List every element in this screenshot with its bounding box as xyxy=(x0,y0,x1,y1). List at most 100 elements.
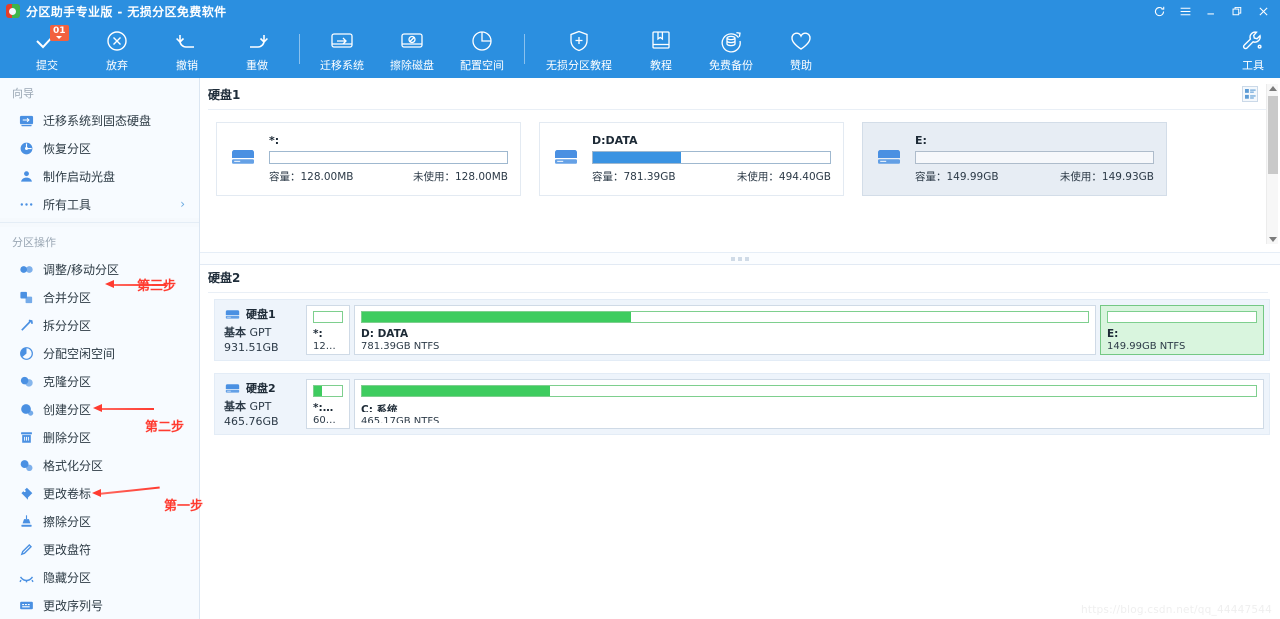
sidebar-item-change-serial[interactable]: 更改序列号 xyxy=(0,591,199,619)
sidebar-item-hide-partition[interactable]: 隐藏分区 xyxy=(0,563,199,591)
disk-card[interactable]: D:DATA 容量：781.39GB 未使用：494.40GB xyxy=(539,122,844,196)
partition-usage-fill xyxy=(362,386,550,396)
toolbar-separator xyxy=(524,34,525,64)
bootable-cd-icon xyxy=(18,168,34,184)
hide-partition-icon xyxy=(18,569,34,585)
disk-card-body: *: 容量：128.00MB 未使用：128.00MB xyxy=(269,134,508,184)
toolbar-button-undo[interactable]: 撤销 xyxy=(152,22,222,78)
minimize-icon[interactable] xyxy=(1198,0,1224,22)
disk-overview-panel: 硬盘1 *: 容量：128.00MB 未使用：128.00MB D:DATA 容… xyxy=(200,78,1280,253)
sidebar-item-create-partition[interactable]: 创建分区 xyxy=(0,395,199,423)
panel-title-bottom: 硬盘2 xyxy=(208,271,241,285)
sidebar-item-change-drive-letter[interactable]: 更改盘符 xyxy=(0,535,199,563)
sidebar-item-migrate-ssd[interactable]: 迁移系统到固态硬盘 xyxy=(0,106,199,134)
sidebar-item-wipe-partition[interactable]: 擦除分区 xyxy=(0,507,199,535)
partition-details: 12… xyxy=(313,340,336,349)
partition-usage-fill xyxy=(362,312,631,322)
sidebar-item-format-partition[interactable]: 格式化分区 xyxy=(0,451,199,479)
partition-block[interactable]: C: 系统 465.17GB NTFS xyxy=(354,379,1264,429)
sidebar-item-label: 格式化分区 xyxy=(43,458,104,473)
partition-name: C: 系统 xyxy=(361,404,398,412)
panel-title-top: 硬盘1 xyxy=(208,88,241,102)
sidebar-item-merge-partition[interactable]: 合并分区 xyxy=(0,283,199,311)
partition-name: D: DATA xyxy=(361,328,409,337)
partition-block[interactable]: D: DATA 781.39GB NTFS xyxy=(354,305,1096,355)
hamburger-menu-icon[interactable] xyxy=(1172,0,1198,22)
sidebar-group-title: 分区操作 xyxy=(12,236,56,249)
sidebar-item-bootable-cd[interactable]: 制作启动光盘 xyxy=(0,162,199,190)
ellipsis-icon xyxy=(18,196,34,212)
disk-row[interactable]: 硬盘2 基本 GPT 465.76GB *:… 60… C: 系统 465.17… xyxy=(214,373,1270,435)
toolbar-button-discard[interactable]: 放弃 xyxy=(82,22,152,78)
panel-splitter[interactable] xyxy=(200,253,1280,265)
partition-usage-bar xyxy=(361,311,1089,323)
partition-name: *:… xyxy=(313,402,334,411)
toolbar-button-configure-space[interactable]: 配置空间 xyxy=(447,22,517,78)
capacity-text: 容量：149.99GB xyxy=(915,171,999,183)
merge-partition-icon xyxy=(18,289,34,305)
disk-type: 基本 GPT xyxy=(224,326,272,339)
undo-icon xyxy=(174,28,200,54)
toolbar-button-redo[interactable]: 重做 xyxy=(222,22,292,78)
partition-name: E: xyxy=(1107,328,1119,337)
clone-partition-icon xyxy=(18,373,34,389)
close-icon[interactable] xyxy=(1250,0,1276,22)
restore-icon[interactable] xyxy=(1224,0,1250,22)
toolbar-button-tools[interactable]: 工具 xyxy=(1226,22,1280,78)
toolbar-button-migrate-system[interactable]: 迁移系统 xyxy=(307,22,377,78)
scroll-down-arrow-icon[interactable] xyxy=(1269,237,1277,242)
partition-block[interactable]: *: 12… xyxy=(306,305,350,355)
sidebar-item-delete-partition[interactable]: 删除分区 xyxy=(0,423,199,451)
partition-details: 149.99GB NTFS xyxy=(1107,340,1186,349)
unused-text: 未使用：494.40GB xyxy=(736,171,831,183)
cancel-circle-icon xyxy=(105,28,129,54)
top-panel-scrollbar[interactable] xyxy=(1266,84,1278,244)
disk-info-top: 硬盘2 xyxy=(224,380,302,396)
disk-row[interactable]: 硬盘1 基本 GPT 931.51GB *: 12… D: DATA 781.3… xyxy=(214,299,1270,361)
toolbar-button-donate[interactable]: 赞助 xyxy=(766,22,836,78)
partition-block-selected[interactable]: E: 149.99GB NTFS xyxy=(1100,305,1264,355)
capacity-text: 容量：128.00MB xyxy=(269,171,354,183)
disk-card-selected[interactable]: E: 容量：149.99GB 未使用：149.93GB xyxy=(862,122,1167,196)
disk-icon xyxy=(552,147,582,171)
disk-card-title: *: xyxy=(269,134,280,147)
toolbar-button-commit[interactable]: 01 提交 xyxy=(12,22,82,78)
sidebar-item-all-tools[interactable]: 所有工具 › xyxy=(0,190,199,218)
pending-operations-badge: 01 xyxy=(50,25,69,41)
chevron-right-icon: › xyxy=(180,197,185,211)
sidebar-item-split-partition[interactable]: 拆分分区 xyxy=(0,311,199,339)
toolbar-button-partition-tutorial[interactable]: 无损分区教程 xyxy=(532,22,626,78)
toolbar-button-tutorial[interactable]: 教程 xyxy=(626,22,696,78)
window-title: 分区助手专业版 - 无损分区免费软件 xyxy=(26,4,227,19)
partition-usage-fill xyxy=(314,386,323,396)
partition-block[interactable]: *:… 60… xyxy=(306,379,350,429)
resize-partition-icon xyxy=(18,261,34,277)
toolbar-button-free-backup[interactable]: 免费备份 xyxy=(696,22,766,78)
view-toggle-icon[interactable] xyxy=(1242,86,1258,102)
disk-info: 硬盘1 基本 GPT 931.51GB xyxy=(220,305,302,355)
scroll-up-arrow-icon[interactable] xyxy=(1269,86,1277,91)
sidebar-group-title: 向导 xyxy=(12,87,34,100)
scrollbar-thumb[interactable] xyxy=(1268,96,1278,174)
main-content: 硬盘1 *: 容量：128.00MB 未使用：128.00MB D:DATA 容… xyxy=(200,78,1280,619)
sidebar-item-clone-partition[interactable]: 克隆分区 xyxy=(0,367,199,395)
disk-card-title: D:DATA xyxy=(592,134,638,147)
toolbar-label: 无损分区教程 xyxy=(546,58,612,72)
partition-usage-bar xyxy=(361,385,1257,397)
header-rule xyxy=(208,292,1268,293)
shield-plus-icon xyxy=(567,28,591,54)
migrate-disk-icon xyxy=(329,28,355,54)
sidebar-item-change-label[interactable]: 更改卷标 xyxy=(0,479,199,507)
toolbar-label: 配置空间 xyxy=(460,58,504,72)
refresh-icon[interactable] xyxy=(1146,0,1172,22)
window-controls xyxy=(1146,0,1276,22)
sidebar-item-allocate-space[interactable]: 分配空闲空间 xyxy=(0,339,199,367)
toolbar-label: 提交 xyxy=(36,58,58,72)
sidebar-item-resize-partition[interactable]: 调整/移动分区 xyxy=(0,255,199,283)
disk-map-panel: 硬盘2 硬盘1 基本 GPT 931.51GB *: 12… D: DATA 7… xyxy=(200,265,1280,619)
toolbar-button-wipe-disk[interactable]: 擦除磁盘 xyxy=(377,22,447,78)
disk-card[interactable]: *: 容量：128.00MB 未使用：128.00MB xyxy=(216,122,521,196)
disk-card-title: E: xyxy=(915,134,927,147)
usage-meter xyxy=(592,151,831,164)
sidebar-item-recover-partition[interactable]: 恢复分区 xyxy=(0,134,199,162)
